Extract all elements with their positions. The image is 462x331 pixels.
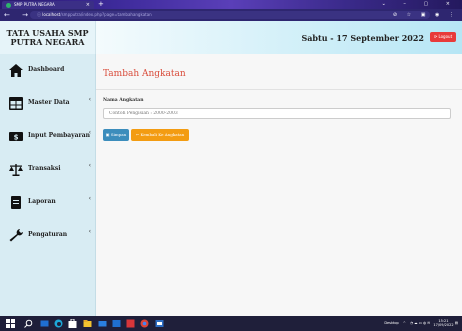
app-icon-red[interactable] [126, 319, 135, 328]
mail-icon[interactable] [98, 319, 107, 328]
url-path: /smpputra/index.php?page=tambahangkatan [60, 12, 152, 17]
balance-icon [9, 164, 23, 176]
task-view-icon[interactable] [40, 319, 49, 328]
chevron-left-icon: ‹ [88, 162, 91, 169]
app-icon-dark[interactable] [155, 319, 164, 328]
back-label: Kembali Ke Angkatan [140, 132, 185, 137]
windows-start-icon[interactable] [6, 319, 15, 328]
svg-text:$: $ [14, 134, 19, 142]
back-button[interactable]: ← Kembali Ke Angkatan [131, 129, 189, 141]
home-icon [9, 64, 23, 77]
app-brand: TATA USAHA SMP PUTRA NEGARA [0, 21, 96, 54]
browser-address-bar: ← → C ⓘ localhost/smpputra/index.php?pag… [0, 9, 462, 21]
sidebar-item-input-pembayaran[interactable]: $ Input Pembayaran ‹ [0, 120, 95, 153]
url-input[interactable]: ⓘ localhost/smpputra/index.php?page=tamb… [30, 11, 430, 19]
new-tab-button[interactable]: + [98, 0, 104, 9]
sidebar-item-label: Master Data [28, 99, 70, 106]
tab-title: SMP PUTRA NEGARA [14, 2, 55, 7]
wrench-icon [9, 229, 23, 242]
favicon-icon [6, 3, 11, 8]
close-tab-icon[interactable]: × [86, 1, 90, 9]
chevron-left-icon: ‹ [88, 228, 91, 235]
sidebar-item-laporan[interactable]: Laporan ‹ [0, 186, 95, 219]
taskbar: Desktop ^ ◔ ☁ ▭ ◍ ✉ 15:21 17/09/2022 ▤ [0, 316, 462, 331]
file-icon [11, 196, 21, 209]
system-tray: Desktop ^ ◔ ☁ ▭ ◍ ✉ 15:21 17/09/2022 ▤ [384, 316, 458, 331]
notification-icon[interactable]: ▤ [455, 321, 458, 325]
search-icon[interactable] [24, 319, 33, 328]
file-explorer-icon[interactable] [83, 319, 92, 328]
top-navbar: Sabtu - 17 September 2022 ⟳ Logout [96, 21, 462, 54]
current-date: Sabtu - 17 September 2022 [301, 33, 424, 43]
sidebar-item-label: Dashboard [28, 66, 65, 73]
chrome-icon[interactable] [140, 319, 149, 328]
sidebar-item-master-data[interactable]: Master Data ‹ [0, 87, 95, 120]
table-icon [9, 97, 23, 110]
divider [96, 89, 462, 90]
page-title: Tambah Angkatan [103, 69, 186, 79]
edge-icon[interactable] [54, 319, 63, 328]
browser-tab[interactable]: SMP PUTRA NEGARA × [2, 1, 94, 9]
money-icon: $ [9, 132, 23, 142]
save-label: Simpan [110, 132, 127, 137]
sidebar-item-dashboard[interactable]: Dashboard [0, 54, 95, 87]
tray-expand-icon[interactable]: ^ [403, 321, 406, 325]
sidebar-item-label: Transaksi [28, 165, 61, 172]
chevron-left-icon: ‹ [88, 195, 91, 202]
desktop-toolbar[interactable]: Desktop [384, 321, 398, 325]
save-button[interactable]: ▣ Simpan [103, 129, 129, 141]
window-controls[interactable]: ⌄ – ▢ × [382, 0, 458, 9]
sidebar-item-pengaturan[interactable]: Pengaturan ‹ [0, 219, 95, 252]
store-icon[interactable] [68, 319, 77, 328]
field-label: Nama Angkatan [103, 98, 144, 103]
main-content: Tambah Angkatan Nama Angkatan ▣ Simpan ←… [96, 54, 462, 316]
sidebar-item-transaksi[interactable]: Transaksi ‹ [0, 153, 95, 186]
logout-button[interactable]: ⟳ Logout [430, 32, 456, 42]
chevron-left-icon: ‹ [88, 96, 91, 103]
url-host: localhost [42, 12, 61, 17]
sidebar-item-label: Input Pembayaran [28, 132, 90, 139]
nama-angkatan-input[interactable] [103, 108, 451, 119]
browser-toolbar-icons[interactable]: ⊘ ☆ ▣ ◉ ⋮ [393, 9, 458, 21]
tray-icons[interactable]: ◔ ☁ ▭ ◍ ✉ [410, 321, 430, 325]
clock-date: 17/09/2022 [433, 323, 454, 327]
sidebar-item-label: Laporan [28, 198, 56, 205]
browser-tab-bar: SMP PUTRA NEGARA × + ⌄ – ▢ × [0, 0, 462, 9]
app-icon-blue[interactable] [112, 319, 121, 328]
taskbar-clock[interactable]: 15:21 17/09/2022 [433, 319, 453, 327]
sidebar: Dashboard Master Data ‹ $ Input Pembayar… [0, 54, 96, 316]
chevron-left-icon: ‹ [88, 129, 91, 136]
sidebar-item-label: Pengaturan [28, 231, 68, 238]
